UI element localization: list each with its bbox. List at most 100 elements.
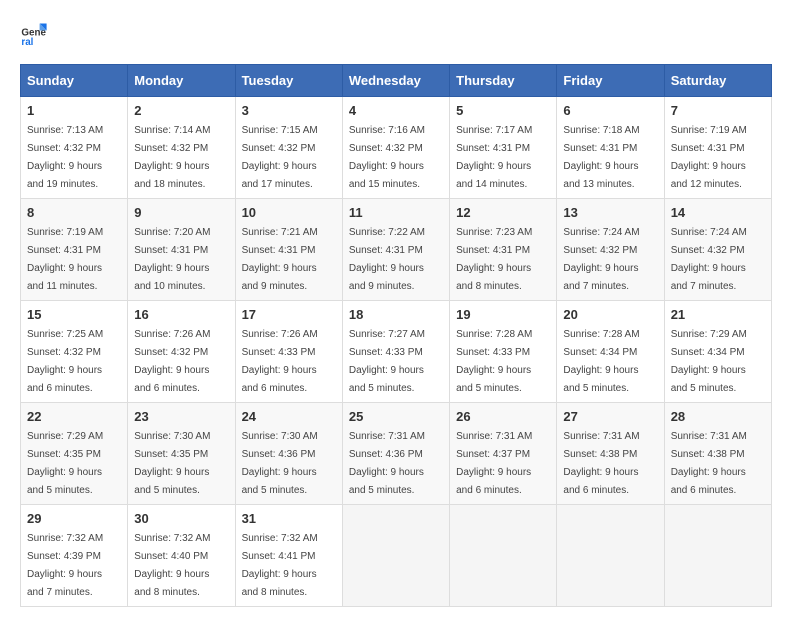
day-info: Sunrise: 7:32 AMSunset: 4:41 PMDaylight:… (242, 533, 318, 598)
calendar-cell: 1 Sunrise: 7:13 AMSunset: 4:32 PMDayligh… (21, 97, 128, 199)
day-number: 1 (27, 103, 121, 118)
calendar-cell: 21 Sunrise: 7:29 AMSunset: 4:34 PMDaylig… (664, 301, 771, 403)
calendar-cell: 23 Sunrise: 7:30 AMSunset: 4:35 PMDaylig… (128, 403, 235, 505)
weekday-header-friday: Friday (557, 65, 664, 97)
day-info: Sunrise: 7:31 AMSunset: 4:38 PMDaylight:… (563, 431, 639, 496)
calendar-table: SundayMondayTuesdayWednesdayThursdayFrid… (20, 64, 772, 607)
weekday-header-saturday: Saturday (664, 65, 771, 97)
day-number: 24 (242, 409, 336, 424)
calendar-cell: 31 Sunrise: 7:32 AMSunset: 4:41 PMDaylig… (235, 505, 342, 607)
calendar-cell: 25 Sunrise: 7:31 AMSunset: 4:36 PMDaylig… (342, 403, 449, 505)
calendar-cell: 22 Sunrise: 7:29 AMSunset: 4:35 PMDaylig… (21, 403, 128, 505)
day-info: Sunrise: 7:16 AMSunset: 4:32 PMDaylight:… (349, 125, 425, 190)
day-number: 25 (349, 409, 443, 424)
day-number: 22 (27, 409, 121, 424)
calendar-cell: 18 Sunrise: 7:27 AMSunset: 4:33 PMDaylig… (342, 301, 449, 403)
day-number: 15 (27, 307, 121, 322)
calendar-cell: 17 Sunrise: 7:26 AMSunset: 4:33 PMDaylig… (235, 301, 342, 403)
page-header: Gene ral (20, 20, 772, 48)
day-info: Sunrise: 7:21 AMSunset: 4:31 PMDaylight:… (242, 227, 318, 292)
calendar-cell: 20 Sunrise: 7:28 AMSunset: 4:34 PMDaylig… (557, 301, 664, 403)
day-info: Sunrise: 7:24 AMSunset: 4:32 PMDaylight:… (563, 227, 639, 292)
calendar-cell: 14 Sunrise: 7:24 AMSunset: 4:32 PMDaylig… (664, 199, 771, 301)
day-info: Sunrise: 7:29 AMSunset: 4:35 PMDaylight:… (27, 431, 103, 496)
calendar-header-row: SundayMondayTuesdayWednesdayThursdayFrid… (21, 65, 772, 97)
day-number: 30 (134, 511, 228, 526)
day-number: 20 (563, 307, 657, 322)
calendar-week-2: 8 Sunrise: 7:19 AMSunset: 4:31 PMDayligh… (21, 199, 772, 301)
day-number: 8 (27, 205, 121, 220)
day-info: Sunrise: 7:30 AMSunset: 4:36 PMDaylight:… (242, 431, 318, 496)
day-info: Sunrise: 7:31 AMSunset: 4:36 PMDaylight:… (349, 431, 425, 496)
day-info: Sunrise: 7:13 AMSunset: 4:32 PMDaylight:… (27, 125, 103, 190)
calendar-cell: 13 Sunrise: 7:24 AMSunset: 4:32 PMDaylig… (557, 199, 664, 301)
day-number: 17 (242, 307, 336, 322)
day-number: 31 (242, 511, 336, 526)
calendar-week-5: 29 Sunrise: 7:32 AMSunset: 4:39 PMDaylig… (21, 505, 772, 607)
calendar-body: 1 Sunrise: 7:13 AMSunset: 4:32 PMDayligh… (21, 97, 772, 607)
weekday-header-thursday: Thursday (450, 65, 557, 97)
day-number: 2 (134, 103, 228, 118)
day-number: 21 (671, 307, 765, 322)
calendar-cell: 6 Sunrise: 7:18 AMSunset: 4:31 PMDayligh… (557, 97, 664, 199)
day-info: Sunrise: 7:17 AMSunset: 4:31 PMDaylight:… (456, 125, 532, 190)
calendar-cell: 26 Sunrise: 7:31 AMSunset: 4:37 PMDaylig… (450, 403, 557, 505)
calendar-cell: 24 Sunrise: 7:30 AMSunset: 4:36 PMDaylig… (235, 403, 342, 505)
day-info: Sunrise: 7:32 AMSunset: 4:39 PMDaylight:… (27, 533, 103, 598)
calendar-week-4: 22 Sunrise: 7:29 AMSunset: 4:35 PMDaylig… (21, 403, 772, 505)
calendar-cell: 16 Sunrise: 7:26 AMSunset: 4:32 PMDaylig… (128, 301, 235, 403)
day-info: Sunrise: 7:24 AMSunset: 4:32 PMDaylight:… (671, 227, 747, 292)
calendar-cell (450, 505, 557, 607)
day-info: Sunrise: 7:31 AMSunset: 4:38 PMDaylight:… (671, 431, 747, 496)
calendar-cell: 3 Sunrise: 7:15 AMSunset: 4:32 PMDayligh… (235, 97, 342, 199)
calendar-cell: 19 Sunrise: 7:28 AMSunset: 4:33 PMDaylig… (450, 301, 557, 403)
weekday-header-tuesday: Tuesday (235, 65, 342, 97)
day-number: 14 (671, 205, 765, 220)
day-number: 18 (349, 307, 443, 322)
day-info: Sunrise: 7:29 AMSunset: 4:34 PMDaylight:… (671, 329, 747, 394)
day-info: Sunrise: 7:30 AMSunset: 4:35 PMDaylight:… (134, 431, 210, 496)
day-info: Sunrise: 7:22 AMSunset: 4:31 PMDaylight:… (349, 227, 425, 292)
calendar-cell (664, 505, 771, 607)
day-number: 23 (134, 409, 228, 424)
day-info: Sunrise: 7:31 AMSunset: 4:37 PMDaylight:… (456, 431, 532, 496)
day-info: Sunrise: 7:32 AMSunset: 4:40 PMDaylight:… (134, 533, 210, 598)
day-info: Sunrise: 7:28 AMSunset: 4:33 PMDaylight:… (456, 329, 532, 394)
calendar-cell (342, 505, 449, 607)
day-number: 12 (456, 205, 550, 220)
day-number: 5 (456, 103, 550, 118)
svg-text:ral: ral (21, 37, 33, 48)
day-number: 4 (349, 103, 443, 118)
day-number: 11 (349, 205, 443, 220)
day-info: Sunrise: 7:20 AMSunset: 4:31 PMDaylight:… (134, 227, 210, 292)
calendar-cell: 9 Sunrise: 7:20 AMSunset: 4:31 PMDayligh… (128, 199, 235, 301)
calendar-week-3: 15 Sunrise: 7:25 AMSunset: 4:32 PMDaylig… (21, 301, 772, 403)
day-number: 3 (242, 103, 336, 118)
day-number: 9 (134, 205, 228, 220)
day-info: Sunrise: 7:19 AMSunset: 4:31 PMDaylight:… (27, 227, 103, 292)
logo-icon: Gene ral (20, 20, 48, 48)
weekday-header-monday: Monday (128, 65, 235, 97)
day-number: 16 (134, 307, 228, 322)
day-number: 6 (563, 103, 657, 118)
day-info: Sunrise: 7:28 AMSunset: 4:34 PMDaylight:… (563, 329, 639, 394)
calendar-week-1: 1 Sunrise: 7:13 AMSunset: 4:32 PMDayligh… (21, 97, 772, 199)
day-info: Sunrise: 7:26 AMSunset: 4:33 PMDaylight:… (242, 329, 318, 394)
calendar-cell: 7 Sunrise: 7:19 AMSunset: 4:31 PMDayligh… (664, 97, 771, 199)
day-number: 10 (242, 205, 336, 220)
calendar-cell: 4 Sunrise: 7:16 AMSunset: 4:32 PMDayligh… (342, 97, 449, 199)
day-info: Sunrise: 7:23 AMSunset: 4:31 PMDaylight:… (456, 227, 532, 292)
weekday-header-sunday: Sunday (21, 65, 128, 97)
calendar-cell: 5 Sunrise: 7:17 AMSunset: 4:31 PMDayligh… (450, 97, 557, 199)
day-info: Sunrise: 7:26 AMSunset: 4:32 PMDaylight:… (134, 329, 210, 394)
day-info: Sunrise: 7:18 AMSunset: 4:31 PMDaylight:… (563, 125, 639, 190)
calendar-cell (557, 505, 664, 607)
calendar-cell: 28 Sunrise: 7:31 AMSunset: 4:38 PMDaylig… (664, 403, 771, 505)
day-number: 19 (456, 307, 550, 322)
calendar-cell: 10 Sunrise: 7:21 AMSunset: 4:31 PMDaylig… (235, 199, 342, 301)
calendar-cell: 27 Sunrise: 7:31 AMSunset: 4:38 PMDaylig… (557, 403, 664, 505)
day-number: 7 (671, 103, 765, 118)
calendar-cell: 11 Sunrise: 7:22 AMSunset: 4:31 PMDaylig… (342, 199, 449, 301)
calendar-cell: 8 Sunrise: 7:19 AMSunset: 4:31 PMDayligh… (21, 199, 128, 301)
calendar-cell: 29 Sunrise: 7:32 AMSunset: 4:39 PMDaylig… (21, 505, 128, 607)
